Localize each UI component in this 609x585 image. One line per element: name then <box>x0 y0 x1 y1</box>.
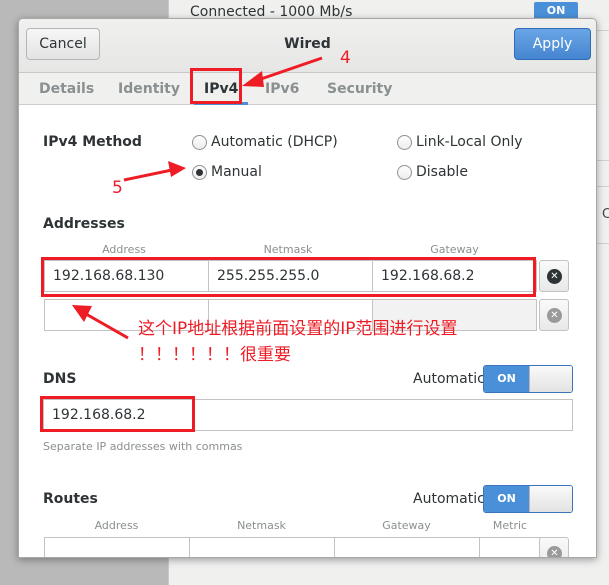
arrow-line <box>257 56 323 82</box>
arrow-to-ipv4-tab <box>242 56 323 87</box>
arrow-line <box>85 312 129 340</box>
annotation-arrows <box>72 56 323 340</box>
arrow-to-manual-radio <box>123 161 186 182</box>
arrow-head <box>72 305 92 322</box>
arrow-to-address-field <box>72 305 129 340</box>
arrow-head <box>168 161 186 177</box>
arrow-head <box>242 71 264 87</box>
arrow-line <box>123 168 173 182</box>
